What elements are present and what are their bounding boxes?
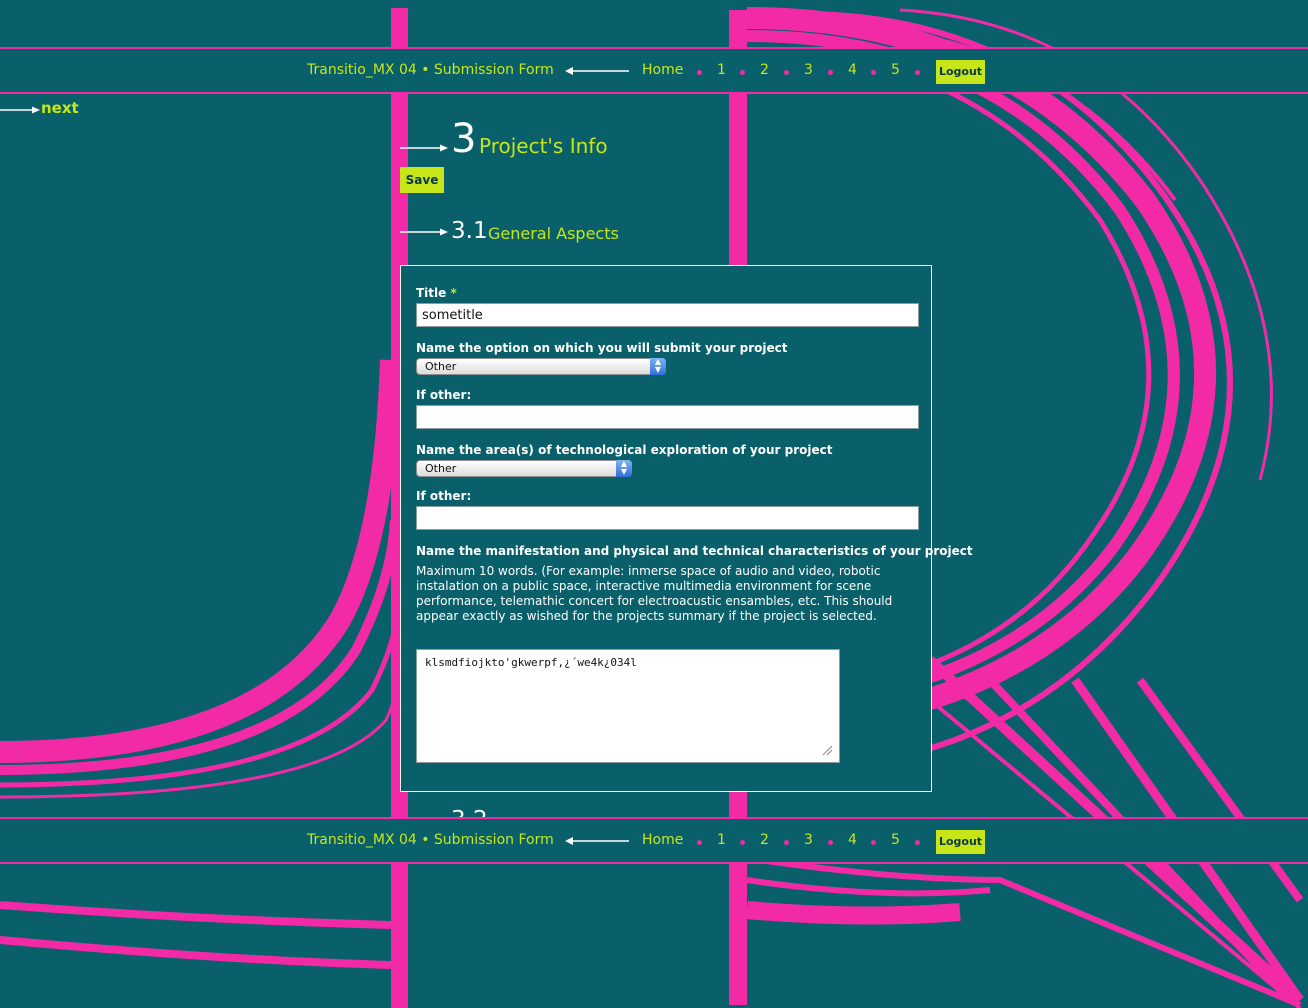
area-label: Name the area(s) of technological explor… <box>416 443 833 457</box>
nav-separator-dot <box>784 840 789 845</box>
arrow-right-icon <box>400 144 448 152</box>
if-other-label: If other: <box>416 388 472 402</box>
title-label: Title * <box>416 286 457 300</box>
manifestation-textarea[interactable]: klsmdfiojkto'gkwerpf,¿´we4k¿034l <box>416 649 840 763</box>
next-subsection-number: 3.2 <box>451 800 531 817</box>
nav-home-link[interactable]: Home <box>642 832 683 848</box>
area-select-value: Other <box>425 462 457 475</box>
nav-separator-dot <box>871 70 876 75</box>
select-arrows-icon: ▲ ▼ <box>616 460 632 477</box>
select-arrows-icon: ▲ ▼ <box>650 358 666 375</box>
arrow-left-icon <box>565 837 629 845</box>
nav-separator-dot <box>915 70 920 75</box>
nav-step-4-link[interactable]: 4 <box>848 62 857 78</box>
option-label: Name the option on which you will submit… <box>416 341 788 355</box>
nav-separator-dot <box>915 840 920 845</box>
nav-separator-dot <box>697 840 702 845</box>
nav-step-2-link[interactable]: 2 <box>760 62 769 78</box>
subsection-title: General Aspects <box>488 224 619 243</box>
nav-step-3-link[interactable]: 3 <box>804 62 813 78</box>
option-other-input[interactable] <box>416 405 919 429</box>
nav-step-5-link[interactable]: 5 <box>891 832 900 848</box>
manifestation-label: Name the manifestation and physical and … <box>416 544 973 558</box>
save-button[interactable]: Save <box>400 167 444 193</box>
general-aspects-form: Title * Name the option on which you wil… <box>400 265 973 792</box>
nav-step-5-link[interactable]: 5 <box>891 62 900 78</box>
if-other-label: If other: <box>416 489 472 503</box>
nav-separator-dot <box>697 70 702 75</box>
required-marker: * <box>450 286 457 300</box>
arrow-left-icon <box>565 67 629 75</box>
site-title: Transitio_MX 04 • Submission Form <box>307 832 554 848</box>
nav-step-4-link[interactable]: 4 <box>848 832 857 848</box>
nav-separator-dot <box>871 840 876 845</box>
next-link[interactable]: next <box>0 99 90 119</box>
manifestation-help-text: Maximum 10 words. (For example: inmerse … <box>416 564 893 623</box>
arrow-right-icon <box>400 228 448 236</box>
section-title: Project's Info <box>479 134 608 158</box>
arrow-right-icon <box>0 106 40 114</box>
nav-step-1-link[interactable]: 1 <box>717 62 726 78</box>
nav-step-1-link[interactable]: 1 <box>717 832 726 848</box>
nav-step-3-link[interactable]: 3 <box>804 832 813 848</box>
title-input[interactable] <box>416 303 919 327</box>
option-select[interactable]: Other ▲ ▼ <box>416 358 666 375</box>
subsection-number: 3.1 <box>451 218 488 244</box>
nav-home-link[interactable]: Home <box>642 62 683 78</box>
area-select[interactable]: Other ▲ ▼ <box>416 460 632 477</box>
site-title: Transitio_MX 04 • Submission Form <box>307 62 554 78</box>
nav-separator-dot <box>740 840 745 845</box>
nav-separator-dot <box>828 840 833 845</box>
next-label: next <box>41 99 79 117</box>
nav-separator-dot <box>784 70 789 75</box>
resize-grip-icon[interactable] <box>821 744 833 756</box>
logout-button[interactable]: Logout <box>936 60 985 84</box>
area-other-input[interactable] <box>416 506 919 530</box>
nav-step-2-link[interactable]: 2 <box>760 832 769 848</box>
nav-separator-dot <box>740 70 745 75</box>
option-select-value: Other <box>425 360 457 373</box>
logout-button[interactable]: Logout <box>936 830 985 854</box>
bottom-nav-bar: Transitio_MX 04 • Submission Form Home 1… <box>0 817 1308 864</box>
nav-separator-dot <box>828 70 833 75</box>
section-number: 3 <box>451 116 477 162</box>
top-nav-bar: Transitio_MX 04 • Submission Form Home 1… <box>0 47 1308 94</box>
